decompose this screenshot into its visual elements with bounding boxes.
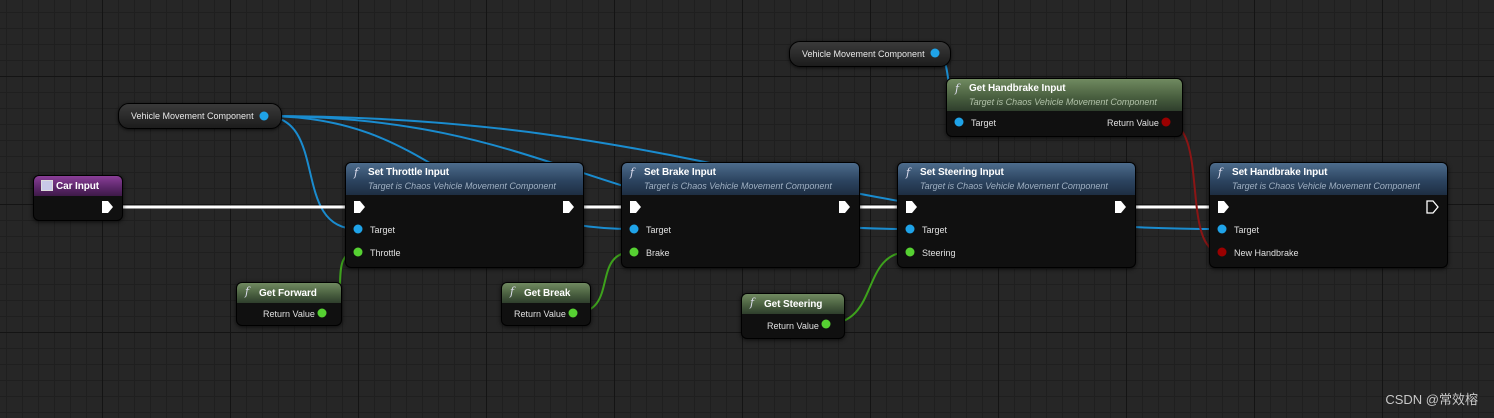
object-wire: [263, 115, 358, 230]
node-subtitle: Target is Chaos Vehicle Movement Compone…: [1232, 181, 1420, 191]
pin-label-target: Target: [922, 225, 948, 235]
node-subtitle: Target is Chaos Vehicle Movement Compone…: [368, 181, 556, 191]
node-header: f Get Forward: [237, 283, 341, 303]
pin-label-return-value: Return Value: [1107, 118, 1159, 128]
vehicle-movement-component-var-top[interactable]: Vehicle Movement Component: [789, 41, 951, 67]
node-header: f Get Handbrake Input Target is Chaos Ve…: [947, 79, 1182, 111]
node-header: f Get Break: [502, 283, 590, 303]
function-icon: f: [354, 166, 359, 179]
pin-label-return-value: Return Value: [514, 309, 566, 319]
get-break-node[interactable]: f Get Break Return Value: [501, 282, 591, 326]
node-header: f Set Throttle Input Target is Chaos Veh…: [346, 163, 583, 195]
node-header: f Set Brake Input Target is Chaos Vehicl…: [622, 163, 859, 195]
node-header: f Set Steering Input Target is Chaos Veh…: [898, 163, 1135, 195]
node-header: Car Input: [34, 176, 122, 196]
get-handbrake-input-node[interactable]: f Get Handbrake Input Target is Chaos Ve…: [946, 78, 1183, 137]
var-label: Vehicle Movement Component: [802, 49, 925, 59]
node-title: Get Forward: [259, 288, 317, 299]
node-title: Set Brake Input: [644, 167, 716, 178]
pin-label-throttle: Throttle: [370, 248, 401, 258]
node-header: f Set Handbrake Input Target is Chaos Ve…: [1210, 163, 1447, 195]
pin-label-target: Target: [370, 225, 396, 235]
node-title: Car Input: [56, 181, 99, 192]
node-title: Get Break: [524, 288, 571, 299]
pin-label-steering: Steering: [922, 248, 956, 258]
pin-label-brake: Brake: [646, 248, 670, 258]
set-steering-input-node[interactable]: f Set Steering Input Target is Chaos Veh…: [897, 162, 1136, 268]
pin-label-target: Target: [971, 118, 997, 128]
node-subtitle: Target is Chaos Vehicle Movement Compone…: [969, 97, 1157, 107]
node-header: f Get Steering: [742, 294, 844, 314]
node-subtitle: Target is Chaos Vehicle Movement Compone…: [920, 181, 1108, 191]
node-title: Set Throttle Input: [368, 167, 449, 178]
node-title: Set Steering Input: [920, 167, 1004, 178]
function-icon: f: [750, 296, 755, 309]
pin-label-target: Target: [646, 225, 672, 235]
var-label: Vehicle Movement Component: [131, 111, 254, 121]
car-input-event-node[interactable]: Car Input: [33, 175, 123, 221]
get-steering-node[interactable]: f Get Steering Return Value: [741, 293, 845, 339]
pin-label-return-value: Return Value: [263, 309, 315, 319]
watermark: CSDN @常效榕: [1385, 392, 1478, 407]
set-handbrake-input-node[interactable]: f Set Handbrake Input Target is Chaos Ve…: [1209, 162, 1448, 268]
function-icon: f: [955, 82, 960, 95]
event-icon: [41, 180, 53, 191]
pin-label-target: Target: [1234, 225, 1260, 235]
function-icon: f: [510, 285, 515, 298]
node-title: Set Handbrake Input: [1232, 167, 1328, 178]
set-brake-input-node[interactable]: f Set Brake Input Target is Chaos Vehicl…: [621, 162, 860, 268]
function-icon: f: [906, 166, 911, 179]
function-icon: f: [630, 166, 635, 179]
get-forward-node[interactable]: f Get Forward Return Value: [236, 282, 342, 326]
node-subtitle: Target is Chaos Vehicle Movement Compone…: [644, 181, 832, 191]
function-icon: f: [245, 285, 250, 298]
set-throttle-input-node[interactable]: f Set Throttle Input Target is Chaos Veh…: [345, 162, 584, 268]
node-title: Get Steering: [764, 299, 823, 310]
function-icon: f: [1218, 166, 1223, 179]
node-title: Get Handbrake Input: [969, 83, 1066, 94]
pin-label-return-value: Return Value: [767, 321, 819, 331]
pin-label-new-handbrake: New Handbrake: [1234, 248, 1299, 258]
vehicle-movement-component-var[interactable]: Vehicle Movement Component: [118, 103, 282, 129]
